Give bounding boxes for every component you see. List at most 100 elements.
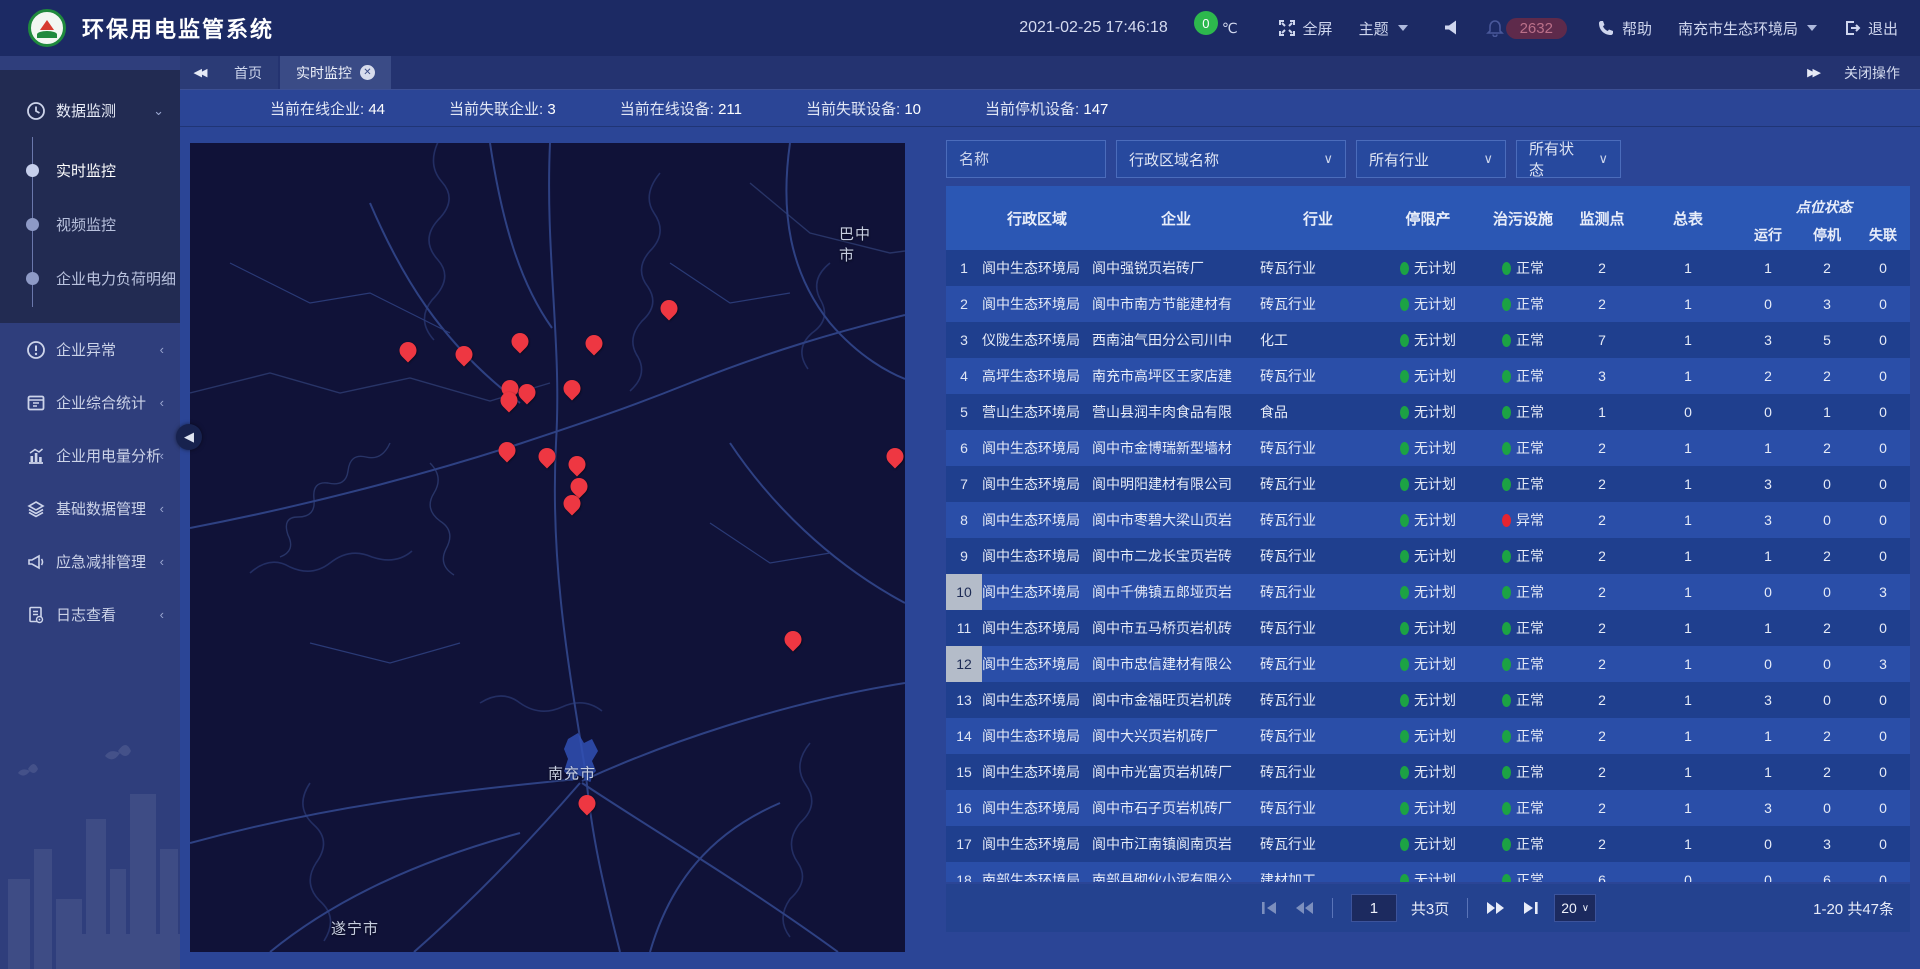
cell-points: 2 xyxy=(1566,754,1638,790)
cell-facility-status: 正常 xyxy=(1480,862,1566,882)
cell-points: 3 xyxy=(1566,358,1638,394)
speaker-button[interactable] xyxy=(1442,19,1460,37)
cell-meters: 1 xyxy=(1638,430,1738,466)
cell-stop: 0 xyxy=(1798,574,1856,610)
table-row[interactable]: 12阆中生态环境局阆中市忠信建材有限公砖瓦行业无计划正常21003 xyxy=(946,646,1910,682)
next-page-button[interactable] xyxy=(1486,900,1506,916)
sidebar-group-企业综合统计[interactable]: 企业综合统计‹ xyxy=(0,376,180,429)
table-row[interactable]: 3仪陇生态环境局西南油气田分公司川中化工无计划正常71350 xyxy=(946,322,1910,358)
page-size-select[interactable]: 20 ∨ xyxy=(1554,894,1596,922)
cell-industry: 砖瓦行业 xyxy=(1260,574,1376,610)
fullscreen-button[interactable]: 全屏 xyxy=(1278,18,1333,39)
cell-run: 0 xyxy=(1738,826,1798,862)
sidebar-group-基础数据管理[interactable]: 基础数据管理‹ xyxy=(0,482,180,535)
cell-industry: 砖瓦行业 xyxy=(1260,718,1376,754)
sidebar-group-应急减排管理[interactable]: 应急减排管理‹ xyxy=(0,535,180,588)
close-operations-button[interactable]: 关闭操作 xyxy=(1844,63,1900,83)
exit-button[interactable]: 退出 xyxy=(1843,18,1898,39)
org-dropdown[interactable]: 南充市生态环境局 xyxy=(1678,18,1817,39)
table-row[interactable]: 17阆中生态环境局阆中市江南镇阆南页岩砖瓦行业无计划正常21030 xyxy=(946,826,1910,862)
sidebar-item-实时监控[interactable]: 实时监控 xyxy=(0,143,180,197)
cell-limit-status: 无计划 xyxy=(1376,646,1480,682)
sidebar-item-企业电力负荷明细[interactable]: 企业电力负荷明细 xyxy=(0,251,180,305)
cell-company: 西南油气田分公司川中 xyxy=(1092,322,1260,358)
cell-region: 营山生态环境局 xyxy=(982,394,1092,430)
table-row[interactable]: 7阆中生态环境局阆中明阳建材有限公司砖瓦行业无计划正常21300 xyxy=(946,466,1910,502)
table-row[interactable]: 6阆中生态环境局阆中市金博瑞新型墙材砖瓦行业无计划正常21120 xyxy=(946,430,1910,466)
cell-company: 南部县砌伙小泥有限公 xyxy=(1092,862,1260,882)
cell-run: 3 xyxy=(1738,790,1798,826)
table-row[interactable]: 10阆中生态环境局阆中千佛镇五郎垭页岩砖瓦行业无计划正常21003 xyxy=(946,574,1910,610)
name-filter-input[interactable] xyxy=(959,151,1093,168)
row-index: 7 xyxy=(946,466,982,502)
cell-run: 3 xyxy=(1738,682,1798,718)
cell-meters: 1 xyxy=(1638,574,1738,610)
tab-close-icon[interactable]: ✕ xyxy=(360,65,375,80)
sidebar-item-视频监控[interactable]: 视频监控 xyxy=(0,197,180,251)
facility-status-label: 正常 xyxy=(1516,366,1544,386)
cell-limit-status: 无计划 xyxy=(1376,790,1480,826)
industry-filter-select[interactable]: 所有行业 ∨ xyxy=(1356,140,1506,178)
cell-run: 1 xyxy=(1738,754,1798,790)
cell-stop: 2 xyxy=(1798,754,1856,790)
table-row[interactable]: 18南部生态环境局南部县砌伙小泥有限公建材加工无计划正常60060 xyxy=(946,862,1910,882)
sidebar-collapse-button[interactable]: ◀ xyxy=(176,424,202,450)
tabs-scroll-right-button[interactable]: ▶▶ xyxy=(1807,66,1818,79)
tab-首页[interactable]: 首页 xyxy=(218,56,278,89)
table-row[interactable]: 5营山生态环境局营山县润丰肉食品有限食品无计划正常10010 xyxy=(946,394,1910,430)
cell-run: 1 xyxy=(1738,610,1798,646)
limit-status-label: 无计划 xyxy=(1414,726,1456,746)
tab-实时监控[interactable]: 实时监控✕ xyxy=(280,56,391,89)
limit-status-label: 无计划 xyxy=(1414,366,1456,386)
pagination-range-label: 1-20 共47条 xyxy=(1813,898,1894,919)
status-filter-select[interactable]: 所有状态 ∨ xyxy=(1516,140,1621,178)
cell-stop: 6 xyxy=(1798,862,1856,882)
status-dot-green xyxy=(1400,442,1409,455)
theme-dropdown[interactable]: 主题 xyxy=(1359,18,1408,39)
status-dot-green xyxy=(1502,730,1511,743)
status-dot-green xyxy=(1502,802,1511,815)
table-row[interactable]: 2阆中生态环境局阆中市南方节能建材有砖瓦行业无计划正常21030 xyxy=(946,286,1910,322)
sidebar-group-数据监测[interactable]: 数据监测⌄ xyxy=(0,84,180,137)
table-row[interactable]: 15阆中生态环境局阆中市光富页岩机砖厂砖瓦行业无计划正常21120 xyxy=(946,754,1910,790)
sidebar-group-企业用电量分析[interactable]: 企业用电量分析‹ xyxy=(0,429,180,482)
map-city-label-巴中市: 巴中市 xyxy=(839,223,883,265)
sidebar-group-日志查看[interactable]: 日志查看‹ xyxy=(0,588,180,641)
sidebar-group-企业异常[interactable]: 企业异常‹ xyxy=(0,323,180,376)
cell-limit-status: 无计划 xyxy=(1376,574,1480,610)
cell-region: 阆中生态环境局 xyxy=(982,502,1092,538)
prev-page-button[interactable] xyxy=(1294,900,1314,916)
table-row[interactable]: 11阆中生态环境局阆中市五马桥页岩机砖砖瓦行业无计划正常21120 xyxy=(946,610,1910,646)
table-row[interactable]: 16阆中生态环境局阆中市石子页岩机砖厂砖瓦行业无计划正常21300 xyxy=(946,790,1910,826)
region-filter-select[interactable]: 行政区域名称 ∨ xyxy=(1116,140,1346,178)
help-button[interactable]: 帮助 xyxy=(1597,18,1652,39)
notification-badge[interactable]: 2632 xyxy=(1486,18,1567,39)
chevron-down-icon: ∨ xyxy=(1582,903,1589,914)
col-limit: 停限产 xyxy=(1376,186,1480,250)
sidebar-item-label: 企业电力负荷明细 xyxy=(56,268,176,289)
table-row[interactable]: 1阆中生态环境局阆中强锐页岩砖厂砖瓦行业无计划正常21120 xyxy=(946,250,1910,286)
tabs-scroll-left-button[interactable]: ◀◀ xyxy=(180,56,218,89)
table-row[interactable]: 13阆中生态环境局阆中市金福旺页岩机砖砖瓦行业无计划正常21300 xyxy=(946,682,1910,718)
name-filter-field[interactable] xyxy=(946,140,1106,178)
limit-status-label: 无计划 xyxy=(1414,690,1456,710)
first-page-button[interactable] xyxy=(1260,900,1280,916)
cell-lost: 0 xyxy=(1856,358,1910,394)
chevron-left-icon: ‹ xyxy=(160,448,164,463)
limit-status-label: 无计划 xyxy=(1414,510,1456,530)
table-row[interactable]: 8阆中生态环境局阆中市枣碧大梁山页岩砖瓦行业无计划异常21300 xyxy=(946,502,1910,538)
cell-facility-status: 正常 xyxy=(1480,286,1566,322)
status-dot-green xyxy=(1400,370,1409,383)
table-row[interactable]: 14阆中生态环境局阆中大兴页岩机砖厂砖瓦行业无计划正常21120 xyxy=(946,718,1910,754)
last-page-button[interactable] xyxy=(1520,900,1540,916)
table-row[interactable]: 9阆中生态环境局阆中市二龙长宝页岩砖砖瓦行业无计划正常21120 xyxy=(946,538,1910,574)
page-number-input[interactable] xyxy=(1351,894,1397,922)
cell-region: 阆中生态环境局 xyxy=(982,574,1092,610)
row-index: 17 xyxy=(946,826,982,862)
cell-stop: 2 xyxy=(1798,538,1856,574)
table-row[interactable]: 4高坪生态环境局南充市高坪区王家店建砖瓦行业无计划正常31220 xyxy=(946,358,1910,394)
cell-company: 阆中千佛镇五郎垭页岩 xyxy=(1092,574,1260,610)
map-panel[interactable]: 巴中市南充市遂宁市 xyxy=(190,143,905,952)
cell-meters: 1 xyxy=(1638,286,1738,322)
status-dot-green xyxy=(1502,622,1511,635)
